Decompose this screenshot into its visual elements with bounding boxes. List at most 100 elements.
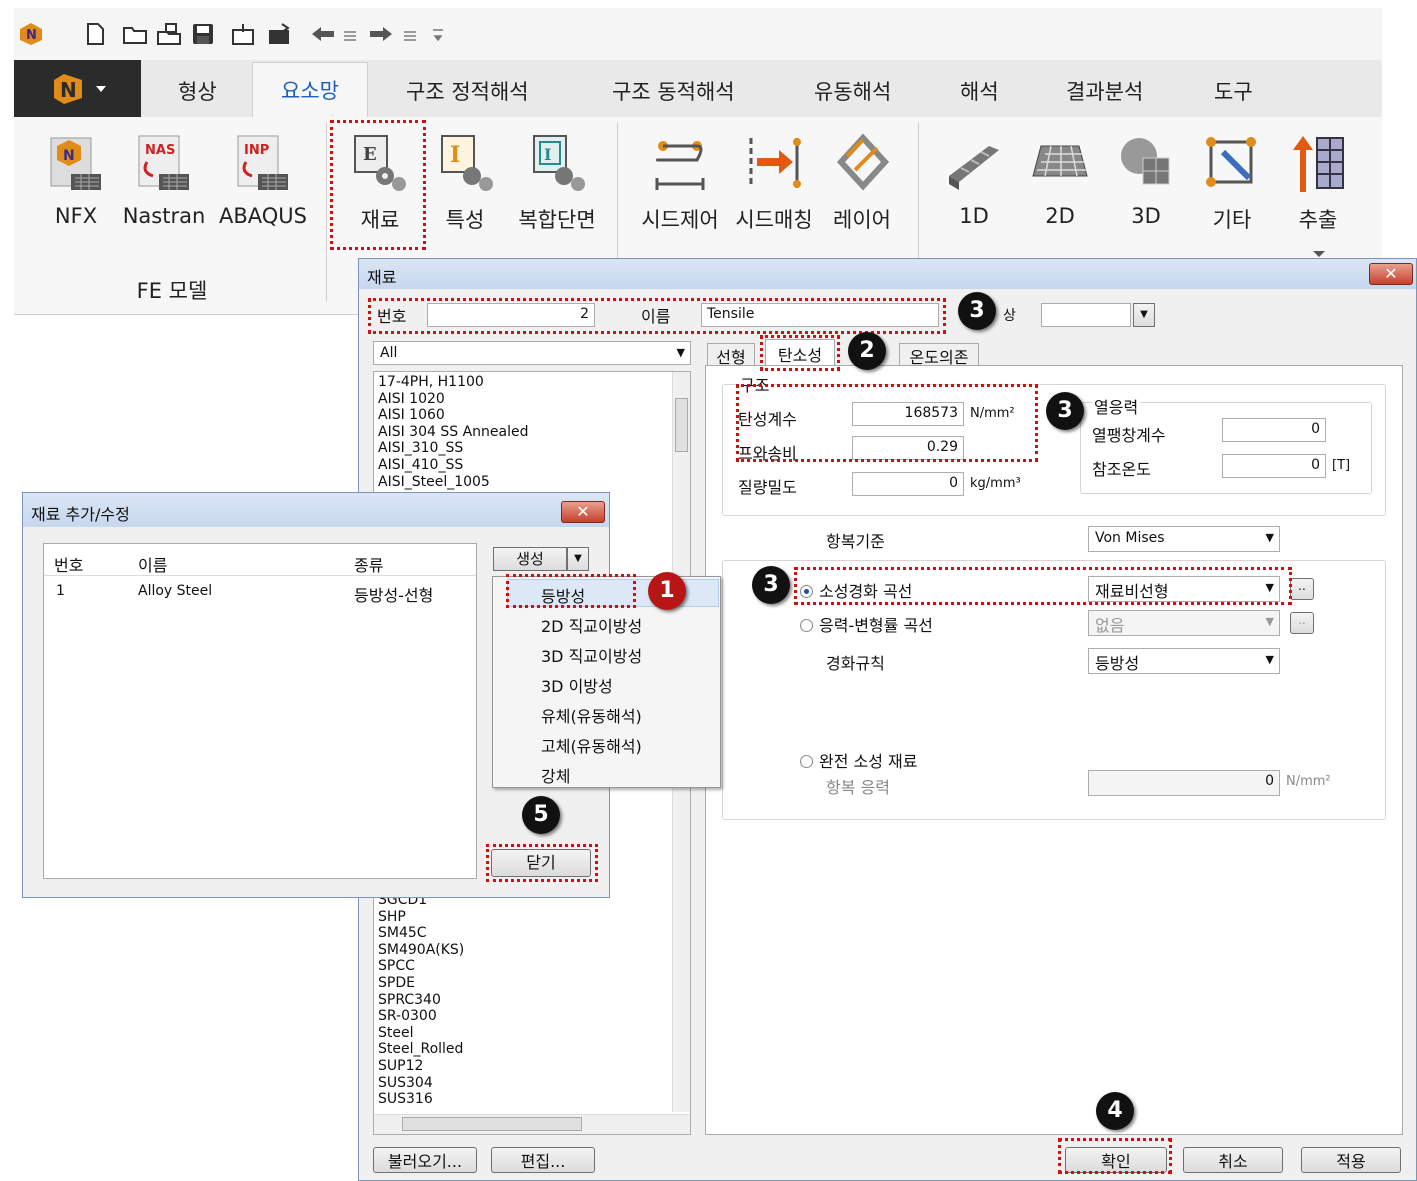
list-item[interactable]: AISI 304 SS Annealed xyxy=(378,424,686,441)
thermal-expansion-field[interactable]: 0 xyxy=(1222,418,1326,442)
tab-tools[interactable]: 도구 xyxy=(1214,76,1253,106)
app-logo-icon[interactable]: N xyxy=(18,22,44,46)
redo-list-icon[interactable] xyxy=(400,22,426,46)
list-item[interactable]: SR-0300 xyxy=(378,1008,464,1025)
close-icon[interactable]: ✕ xyxy=(561,501,605,523)
list-item[interactable]: SPCC xyxy=(378,958,464,975)
stress-strain-label: 응력-변형률 곡선 xyxy=(819,616,933,635)
list-item[interactable]: SUS304 xyxy=(378,1075,464,1092)
seed-matching-button[interactable]: 시드매칭 xyxy=(730,132,818,234)
hardening-curve-more-button[interactable]: .. xyxy=(1290,578,1314,600)
list-item[interactable]: AISI_Steel_1005 xyxy=(378,474,686,491)
list-item[interactable]: SUP12 xyxy=(378,1058,464,1075)
import-icon[interactable] xyxy=(230,22,256,46)
density-field[interactable]: 0 xyxy=(852,472,964,496)
layer-label: 레이어 xyxy=(833,208,891,232)
export-icon[interactable] xyxy=(266,22,292,46)
menu-item-fluid[interactable]: 유체(유동해석) xyxy=(541,703,642,727)
list-item[interactable]: AISI_410_SS xyxy=(378,457,686,474)
redo-icon[interactable] xyxy=(368,22,394,46)
mesh-3d-button[interactable]: 3D xyxy=(1112,132,1180,228)
menu-item-2d-orthotropic[interactable]: 2D 직교이방성 xyxy=(541,613,642,637)
list-item[interactable]: AISI 1060 xyxy=(378,407,686,424)
list-item[interactable]: SHP xyxy=(378,909,464,926)
hardening-rule-select[interactable]: 등방성 ▼ xyxy=(1088,648,1280,674)
list-item[interactable]: SPDE xyxy=(378,975,464,992)
tab-mesh[interactable]: 요소망 xyxy=(252,62,368,118)
table-row[interactable]: 1 Alloy Steel 등방성-선형 xyxy=(44,578,476,605)
perfect-plastic-radio[interactable]: 완전 소성 재료 xyxy=(800,748,918,772)
phase-dropdown-button[interactable]: ▼ xyxy=(1133,303,1155,327)
stress-strain-select[interactable]: 없음 ▼ xyxy=(1088,610,1280,636)
phase-field[interactable] xyxy=(1041,303,1131,327)
other-button[interactable]: 기타 xyxy=(1198,132,1266,234)
stress-strain-radio[interactable]: 응력-변형률 곡선 xyxy=(800,612,933,636)
customize-icon[interactable] xyxy=(430,22,456,46)
scrollbar-thumb[interactable] xyxy=(402,1117,582,1131)
layer-button[interactable]: 레이어 xyxy=(824,132,900,234)
nfx-button[interactable]: N NFX xyxy=(44,132,108,228)
tab-dynamic-analysis[interactable]: 구조 동적해석 xyxy=(612,76,735,106)
nastran-button[interactable]: NAS Nastran xyxy=(120,132,208,228)
tab-cfd[interactable]: 유동해석 xyxy=(814,76,891,106)
material-filter-value: All xyxy=(380,345,398,361)
material-filter-select[interactable]: All ▼ xyxy=(373,341,691,365)
list-item[interactable]: SM45C xyxy=(378,925,464,942)
open-folder-icon[interactable] xyxy=(122,22,148,46)
reference-temperature-field[interactable]: 0 xyxy=(1222,454,1326,478)
composite-section-icon: I xyxy=(528,132,586,194)
mesh-1d-button[interactable]: 1D xyxy=(940,132,1008,228)
list-item[interactable]: 17-4PH, H1100 xyxy=(378,374,686,391)
edit-button[interactable]: 편집... xyxy=(491,1147,595,1173)
menu-item-rigid[interactable]: 강체 xyxy=(541,763,570,787)
stress-strain-more-button[interactable]: .. xyxy=(1290,612,1314,634)
close-icon[interactable]: ✕ xyxy=(1369,263,1413,285)
load-button[interactable]: 불러오기... xyxy=(373,1147,477,1173)
seed-control-button[interactable]: 시드제어 xyxy=(632,132,728,234)
column-name[interactable]: 이름 xyxy=(138,552,167,576)
quick-access-toolbar: N xyxy=(14,8,1382,60)
abaqus-button[interactable]: INP ABAQUS xyxy=(216,132,310,228)
list-item[interactable]: Steel_Rolled xyxy=(378,1041,464,1058)
list-horizontal-scrollbar[interactable] xyxy=(374,1114,690,1134)
create-dropdown-button[interactable]: ▼ xyxy=(567,547,589,571)
tab-static-analysis[interactable]: 구조 정적해석 xyxy=(406,76,529,106)
list-item[interactable]: SUS316 xyxy=(378,1091,464,1108)
cancel-button[interactable]: 취소 xyxy=(1183,1147,1283,1173)
tab-results[interactable]: 결과분석 xyxy=(1066,76,1143,106)
create-button[interactable]: 생성 xyxy=(493,547,567,571)
tab-linear[interactable]: 선형 xyxy=(707,343,755,367)
app-menu-button[interactable]: N xyxy=(14,60,141,117)
nfx-label: NFX xyxy=(54,204,98,228)
dialog-title: 재료 추가/수정 xyxy=(31,505,130,524)
apply-button[interactable]: 적용 xyxy=(1301,1147,1401,1173)
open-model-icon[interactable] xyxy=(156,22,182,46)
property-button[interactable]: I 특성 xyxy=(432,132,498,234)
menu-item-3d-anisotropic[interactable]: 3D 이방성 xyxy=(541,673,613,697)
undo-list-icon[interactable] xyxy=(340,22,366,46)
yield-criterion-select[interactable]: Von Mises ▼ xyxy=(1088,526,1280,552)
hardening-rule-label: 경화규칙 xyxy=(826,654,885,673)
callout-badge-2: 2 xyxy=(848,332,886,370)
column-number[interactable]: 번호 xyxy=(54,552,83,576)
menu-item-3d-orthotropic[interactable]: 3D 직교이방성 xyxy=(541,643,642,667)
undo-icon[interactable] xyxy=(310,22,336,46)
tab-analysis[interactable]: 해석 xyxy=(960,76,999,106)
menu-item-solid-cfd[interactable]: 고체(유동해석) xyxy=(541,733,642,757)
list-item[interactable]: AISI 1020 xyxy=(378,391,686,408)
save-icon[interactable] xyxy=(190,22,216,46)
yield-stress-field[interactable]: 0 xyxy=(1088,770,1280,796)
scrollbar-thumb[interactable] xyxy=(675,398,688,452)
list-item[interactable]: AISI_310_SS xyxy=(378,440,686,457)
extract-button[interactable]: 추출 xyxy=(1284,132,1352,234)
tab-shape[interactable]: 형상 xyxy=(178,76,217,106)
list-item[interactable]: SPRC340 xyxy=(378,992,464,1009)
column-type[interactable]: 종류 xyxy=(354,552,383,576)
new-file-icon[interactable] xyxy=(82,22,108,46)
list-item[interactable]: Steel xyxy=(378,1025,464,1042)
mesh-2d-button[interactable]: 2D xyxy=(1026,132,1094,228)
list-item[interactable]: SM490A(KS) xyxy=(378,942,464,959)
mesh-3d-label: 3D xyxy=(1131,204,1161,228)
tab-temperature[interactable]: 온도의존 xyxy=(899,343,979,367)
composite-section-button[interactable]: I 복합단면 xyxy=(512,132,602,234)
